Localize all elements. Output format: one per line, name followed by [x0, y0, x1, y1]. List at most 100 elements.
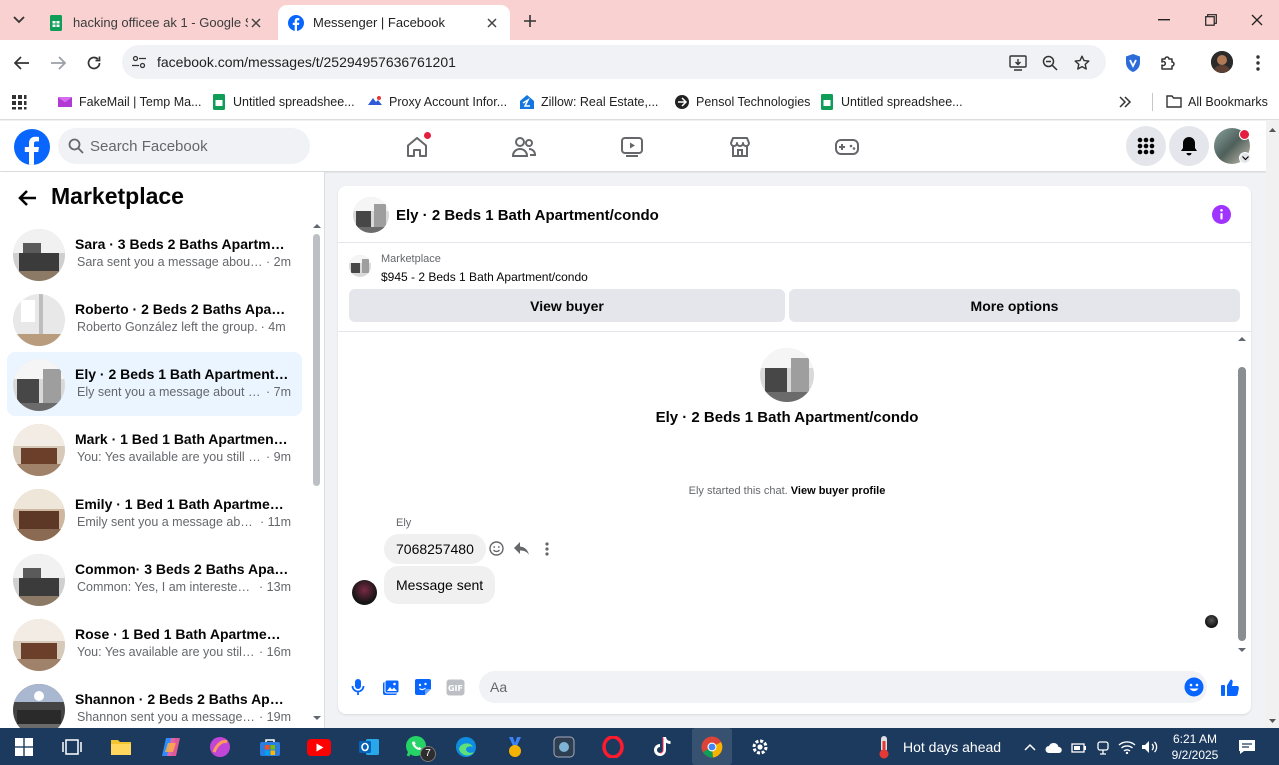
url-text[interactable]: facebook.com/messages/t/2529495763676120…: [157, 54, 456, 70]
message-input[interactable]: [479, 671, 1207, 703]
install-app-icon[interactable]: [1008, 53, 1028, 73]
tab-search-button[interactable]: [6, 8, 32, 32]
browser-app-purple[interactable]: [206, 733, 234, 761]
close-tab-icon[interactable]: [484, 15, 500, 31]
edge-app[interactable]: [452, 733, 480, 761]
shield-extension-icon[interactable]: [1121, 51, 1145, 75]
conversation-item-selected[interactable]: Ely · 2 Beds 1 Bath Apartment/condo Ely …: [7, 352, 302, 416]
scroll-up-icon[interactable]: [312, 222, 322, 230]
scrollbar-thumb[interactable]: [1238, 367, 1246, 641]
scroll-down-icon[interactable]: [312, 714, 322, 722]
taskbar-clock[interactable]: 6:21 AM 9/2/2025: [1160, 731, 1230, 763]
tiktok-app[interactable]: [648, 733, 676, 761]
notification-center-icon[interactable]: [1238, 738, 1256, 756]
zoom-icon[interactable]: [1040, 53, 1060, 73]
like-button[interactable]: [1220, 677, 1240, 697]
react-emoji-icon[interactable]: [488, 540, 505, 557]
more-options-button[interactable]: More options: [789, 289, 1240, 322]
new-tab-button[interactable]: [518, 10, 542, 32]
onedrive-icon[interactable]: [1045, 738, 1063, 756]
close-tab-icon[interactable]: [248, 15, 264, 31]
weather-text[interactable]: Hot days ahead: [903, 739, 1001, 755]
emoji-button[interactable]: [1184, 677, 1204, 697]
bookmark-proxy[interactable]: Proxy Account Infor...: [367, 92, 507, 112]
facebook-search[interactable]: [58, 128, 310, 164]
bookmark-spreadsheet-2[interactable]: Untitled spreadshee...: [819, 92, 963, 112]
settings-app[interactable]: [746, 733, 774, 761]
conversations-scrollbar[interactable]: [311, 222, 321, 722]
info-icon[interactable]: [1212, 205, 1231, 224]
youtube-app[interactable]: [305, 733, 333, 761]
meet-now-icon[interactable]: [1094, 738, 1112, 756]
chat-title[interactable]: Ely · 2 Beds 1 Bath Apartment/condo: [396, 207, 659, 224]
scroll-down-icon[interactable]: [1236, 646, 1248, 654]
nav-watch[interactable]: [618, 133, 646, 161]
bookmark-spreadsheet-1[interactable]: Untitled spreadshee...: [211, 92, 355, 112]
outlook-app[interactable]: [355, 733, 383, 761]
sticker-button[interactable]: [413, 677, 433, 697]
scrollbar-thumb[interactable]: [313, 234, 320, 486]
task-view-button[interactable]: [58, 733, 86, 761]
listing-price[interactable]: $945 - 2 Beds 1 Bath Apartment/condo: [381, 270, 588, 284]
reload-button[interactable]: [81, 50, 107, 76]
conversation-item[interactable]: Rose · 1 Bed 1 Bath Apartment/condo You:…: [7, 612, 302, 676]
view-buyer-button[interactable]: View buyer: [349, 289, 785, 322]
account-chevron[interactable]: [1239, 152, 1251, 164]
message-bubble[interactable]: 7068257480: [384, 534, 486, 564]
scroll-up-icon[interactable]: [1266, 125, 1279, 135]
chat-avatar[interactable]: [353, 197, 389, 233]
notifications-button[interactable]: [1169, 126, 1209, 166]
attach-photo-button[interactable]: [381, 677, 401, 697]
copilot-app[interactable]: [157, 733, 185, 761]
extensions-puzzle-icon[interactable]: [1156, 51, 1180, 75]
weather-widget-icon[interactable]: [870, 733, 898, 761]
back-button[interactable]: [9, 50, 35, 76]
restore-button[interactable]: [1195, 8, 1227, 32]
back-arrow-icon[interactable]: [16, 186, 40, 210]
site-settings-icon[interactable]: [131, 54, 147, 70]
page-scrollbar[interactable]: [1266, 121, 1279, 728]
capture-app[interactable]: [550, 733, 578, 761]
close-window-button[interactable]: [1241, 8, 1273, 32]
conversation-item[interactable]: Shannon · 2 Beds 2 Baths Apartment/condo…: [7, 677, 302, 728]
chrome-menu-icon[interactable]: [1246, 51, 1270, 75]
thread-scrollbar[interactable]: [1236, 333, 1248, 658]
microsoft-store-app[interactable]: [256, 733, 284, 761]
bookmark-star-icon[interactable]: [1072, 53, 1092, 73]
conversation-item[interactable]: Emily · 1 Bed 1 Bath Apartment/condo Emi…: [7, 482, 302, 546]
minimize-button[interactable]: [1148, 8, 1180, 32]
address-bar[interactable]: facebook.com/messages/t/2529495763676120…: [122, 45, 1106, 79]
scroll-up-icon[interactable]: [1236, 335, 1248, 343]
conversation-item[interactable]: Sara · 3 Beds 2 Baths Apartment/condo Sa…: [7, 222, 302, 286]
message-bubble[interactable]: Message sent: [384, 566, 496, 604]
apps-button[interactable]: [11, 92, 27, 112]
opera-app[interactable]: [599, 733, 627, 761]
reply-icon[interactable]: [513, 540, 530, 557]
nav-marketplace[interactable]: [726, 133, 754, 161]
tab-messenger[interactable]: Messenger | Facebook: [278, 5, 510, 40]
bookmark-pensol[interactable]: Pensol Technologies: [674, 92, 810, 112]
view-buyer-profile-link[interactable]: View buyer profile: [791, 485, 886, 497]
volume-icon[interactable]: [1141, 738, 1159, 756]
chrome-profile-avatar[interactable]: [1211, 51, 1233, 73]
badge-app[interactable]: [501, 733, 529, 761]
more-vertical-icon[interactable]: [538, 540, 555, 557]
file-explorer-app[interactable]: [107, 733, 135, 761]
menu-button[interactable]: [1126, 126, 1166, 166]
tab-google-sheets[interactable]: hacking officee ak 1 - Google Sheets: [38, 5, 274, 40]
nav-gaming[interactable]: [833, 133, 861, 161]
start-button[interactable]: [10, 733, 38, 761]
voice-clip-button[interactable]: [348, 677, 368, 697]
conversation-item[interactable]: Mark · 1 Bed 1 Bath Apartment/condo You:…: [7, 417, 302, 481]
facebook-logo[interactable]: [14, 129, 50, 165]
conversation-item[interactable]: Roberto · 2 Beds 2 Baths Apartment/condo…: [7, 287, 302, 351]
bookmark-zillow[interactable]: Zillow: Real Estate,...: [519, 92, 658, 112]
show-hidden-icons[interactable]: [1021, 738, 1039, 756]
search-input[interactable]: [90, 128, 300, 164]
gif-button[interactable]: GIF: [445, 677, 465, 697]
battery-tray-icon[interactable]: [1070, 738, 1088, 756]
all-bookmarks-button[interactable]: All Bookmarks: [1166, 92, 1268, 112]
more-bookmarks-button[interactable]: [1118, 92, 1132, 112]
chrome-app-active[interactable]: [692, 728, 732, 765]
nav-friends[interactable]: [510, 133, 538, 161]
